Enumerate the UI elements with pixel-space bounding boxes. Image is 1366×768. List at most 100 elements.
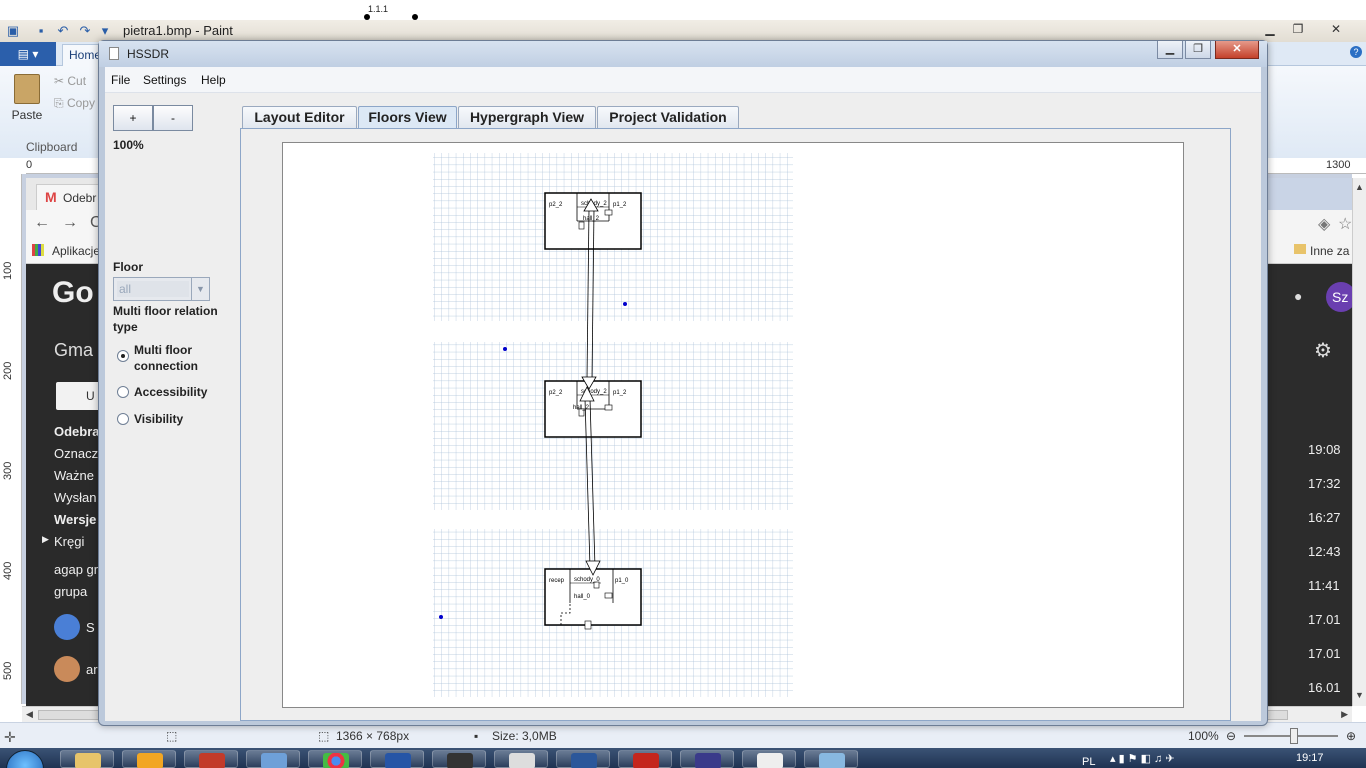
- folder-item[interactable]: Wysłan: [54, 490, 97, 505]
- extension-icon[interactable]: ◈: [1318, 214, 1330, 234]
- tab-layout-editor[interactable]: Layout Editor: [242, 106, 357, 128]
- chrome-tab[interactable]: M Odebr: [36, 184, 100, 210]
- canvas-dot: [412, 14, 418, 20]
- save-icon[interactable]: ▪: [32, 22, 50, 40]
- app-icon: [199, 753, 225, 768]
- taskbar-app[interactable]: [184, 750, 238, 768]
- taskbar-app[interactable]: [122, 750, 176, 768]
- folder-item[interactable]: agap gr: [54, 562, 98, 577]
- email-time: 16:27: [1308, 510, 1341, 525]
- zoom-out-button[interactable]: -: [153, 105, 193, 131]
- cut-button[interactable]: ✂ Cut: [54, 74, 86, 88]
- zoom-in-icon[interactable]: ⊕: [1346, 729, 1356, 743]
- window-controls: ▁ ❐ ✕: [1157, 41, 1261, 61]
- folder-item[interactable]: Oznacz: [54, 446, 98, 461]
- canvas-label: 1.1.1: [368, 4, 389, 14]
- menu-file[interactable]: File: [111, 73, 130, 87]
- floor-plan-middle[interactable]: p2_2 schody_2 p1_2 hall_2: [544, 380, 642, 438]
- expand-icon[interactable]: ▶: [42, 534, 49, 545]
- scroll-down-icon[interactable]: ▼: [1355, 690, 1364, 700]
- tab-hypergraph-view[interactable]: Hypergraph View: [458, 106, 596, 128]
- radio-accessibility[interactable]: [117, 386, 129, 398]
- menu-help[interactable]: Help: [201, 73, 226, 87]
- minimize-button[interactable]: ▁: [1157, 41, 1183, 59]
- paint-minimize-button[interactable]: ▁: [1256, 20, 1284, 38]
- floor-label: Floor: [113, 260, 143, 274]
- undo-icon[interactable]: ↶: [54, 22, 72, 40]
- taskbar-app[interactable]: [494, 750, 548, 768]
- avatar: [54, 656, 80, 682]
- tray-icons[interactable]: ▴ ▮ ⚑ ◧ ♫ ✈: [1110, 752, 1175, 765]
- taskbar-eclipse[interactable]: [680, 750, 734, 768]
- paint-vertical-scrollbar[interactable]: ▲ ▼: [1352, 178, 1366, 706]
- scroll-right-icon[interactable]: ▶: [1341, 709, 1348, 720]
- folder-item[interactable]: grupa: [54, 584, 87, 599]
- taskbar-chrome[interactable]: [308, 750, 362, 768]
- maximize-button[interactable]: ❐: [1185, 41, 1211, 59]
- zoom-out-icon[interactable]: ⊖: [1226, 729, 1236, 743]
- star-icon[interactable]: ☆: [1338, 214, 1352, 234]
- quick-access-dropdown-icon[interactable]: ▾: [96, 22, 114, 40]
- tab-floors-view[interactable]: Floors View: [358, 106, 457, 128]
- ruler-label: 1300: [1326, 159, 1351, 171]
- folder-item[interactable]: Odebra: [54, 424, 100, 439]
- folder-item[interactable]: Ważne: [54, 468, 94, 483]
- taskbar-explorer[interactable]: [60, 750, 114, 768]
- notification-bell-icon[interactable]: ●: [1294, 288, 1302, 304]
- marker-dot: [439, 615, 443, 619]
- language-indicator[interactable]: PL: [1082, 756, 1095, 768]
- redo-icon[interactable]: ↷: [76, 22, 94, 40]
- start-button[interactable]: [6, 750, 44, 768]
- other-bookmarks[interactable]: Inne za: [1310, 244, 1349, 258]
- email-time: 17:32: [1308, 476, 1341, 491]
- paint-home-tab[interactable]: Home: [62, 44, 102, 66]
- compose-button[interactable]: U: [56, 382, 100, 410]
- hssdr-title: HSSDR: [127, 47, 170, 61]
- copy-label: Copy: [66, 96, 95, 110]
- door-icon: [578, 221, 585, 230]
- folder-item[interactable]: Wersje: [54, 512, 96, 527]
- folder-item[interactable]: Kręgi: [54, 534, 84, 549]
- gmail-icon: M: [45, 189, 57, 205]
- paste-button[interactable]: Paste: [8, 72, 46, 130]
- paint-maximize-button[interactable]: ❐: [1284, 20, 1312, 38]
- menu-settings[interactable]: Settings: [143, 73, 186, 87]
- room-label: p1_2: [613, 390, 627, 396]
- radio-visibility[interactable]: [117, 413, 129, 425]
- taskbar-app[interactable]: [370, 750, 424, 768]
- gear-icon[interactable]: ⚙: [1314, 338, 1332, 363]
- floor-plan-top[interactable]: p2_2 schody_2 p1_2 hall_2: [544, 192, 642, 250]
- chrome-bookmarks-bar: Aplikacje: [26, 238, 100, 264]
- taskbar-app[interactable]: [246, 750, 300, 768]
- help-icon[interactable]: ?: [1350, 46, 1362, 58]
- zoom-level: 100%: [1188, 729, 1219, 743]
- email-time: 12:43: [1308, 544, 1341, 559]
- taskbar-acrobat[interactable]: [618, 750, 672, 768]
- floor-select[interactable]: all ▼: [113, 277, 210, 301]
- email-time: 16.01: [1308, 680, 1341, 695]
- copy-button[interactable]: ⎘ Copy: [54, 96, 95, 111]
- floors-drawing-canvas[interactable]: p2_2 schody_2 p1_2 hall_2 p: [282, 142, 1184, 708]
- paint-file-menu-button[interactable]: ▤ ▾: [0, 42, 56, 66]
- close-button[interactable]: ✕: [1215, 41, 1259, 59]
- floor-plan-bottom[interactable]: recep schody_0 p1_0 hall_0: [544, 568, 642, 630]
- chrome-nav: ◈ ☆: [1268, 210, 1356, 238]
- taskbar-paint[interactable]: [804, 750, 858, 768]
- chevron-down-icon[interactable]: ▼: [191, 278, 209, 300]
- scroll-up-icon[interactable]: ▲: [1355, 182, 1364, 192]
- back-icon[interactable]: ←: [34, 214, 50, 232]
- forward-icon[interactable]: →: [62, 214, 78, 232]
- clock[interactable]: 19:17: [1296, 752, 1324, 764]
- taskbar-app[interactable]: [432, 750, 486, 768]
- radio-multi-floor-connection[interactable]: [117, 350, 129, 362]
- tab-project-validation[interactable]: Project Validation: [597, 106, 739, 128]
- taskbar-app[interactable]: [742, 750, 796, 768]
- zoom-in-button[interactable]: +: [113, 105, 153, 131]
- taskbar-word[interactable]: [556, 750, 610, 768]
- apps-bookmark[interactable]: Aplikacje: [52, 244, 100, 258]
- room-label: hall_0: [574, 594, 591, 600]
- paint-close-button[interactable]: ✕: [1322, 20, 1350, 38]
- zoom-slider-knob[interactable]: [1290, 728, 1298, 744]
- scroll-left-icon[interactable]: ◀: [26, 709, 33, 720]
- ruler-label: 400: [2, 561, 14, 580]
